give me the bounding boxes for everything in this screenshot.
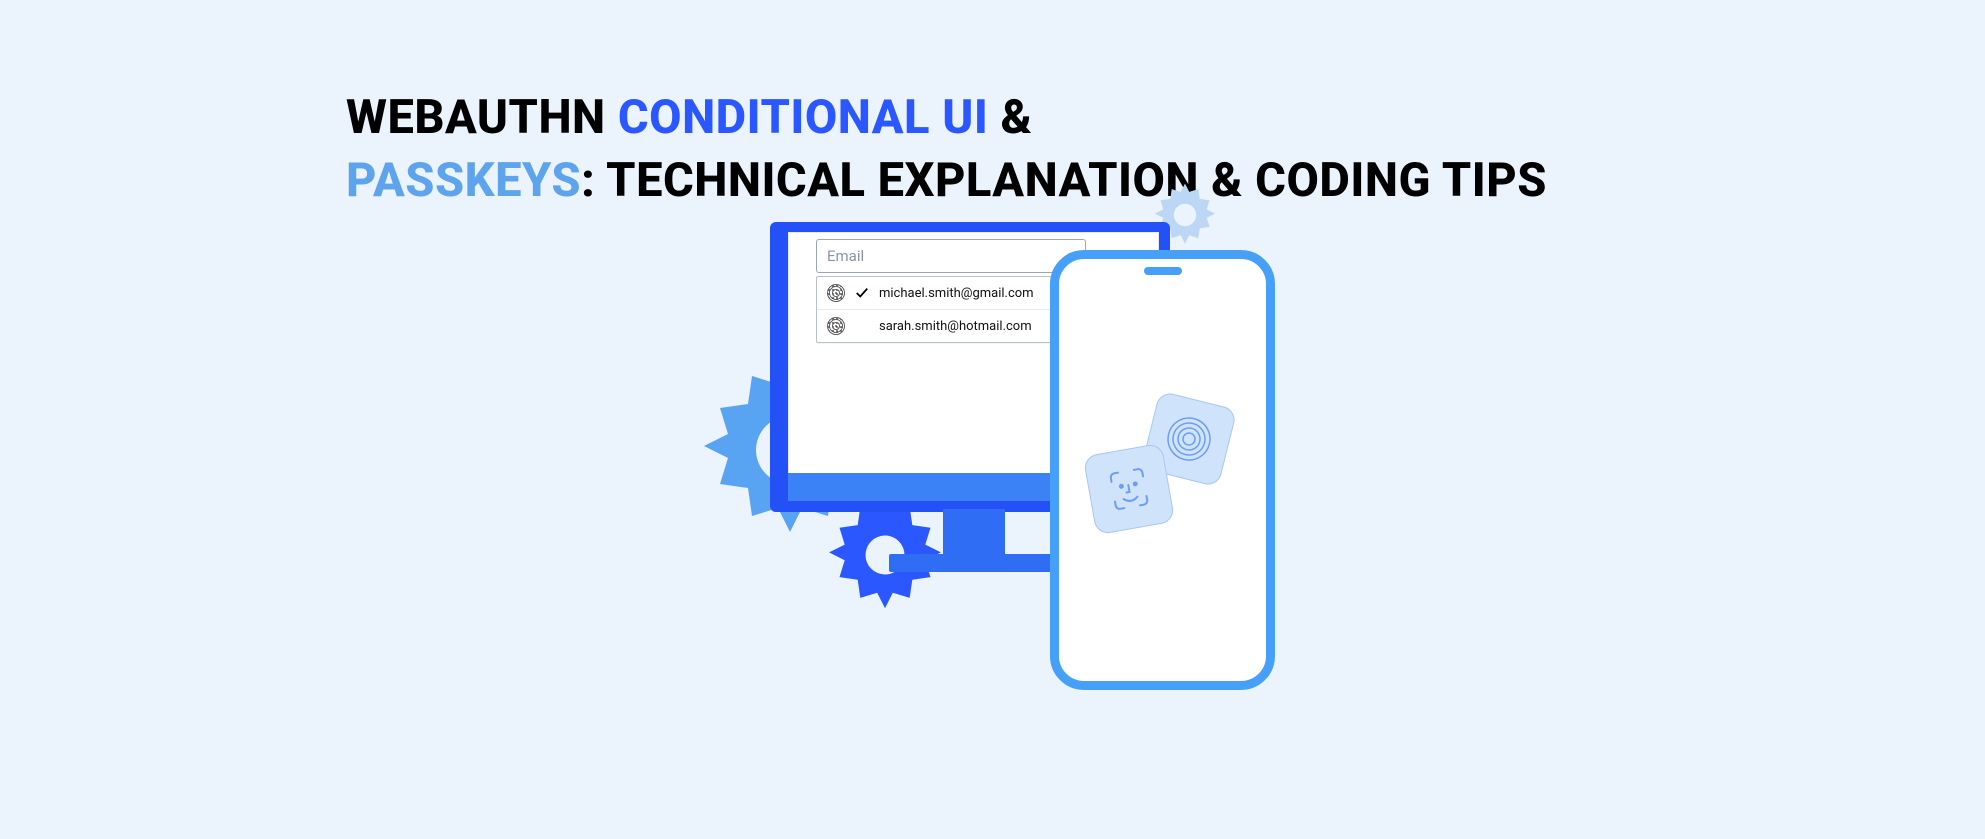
email-option[interactable]: sarah.smith@hotmail.com	[817, 309, 1085, 342]
fingerprint-icon	[827, 284, 845, 302]
headline-highlight-conditional-ui: CONDITIONAL UI	[618, 90, 988, 145]
check-icon	[855, 286, 869, 300]
headline-highlight-passkeys: PASSKEYS	[346, 153, 581, 208]
phone-illustration	[1050, 250, 1275, 690]
email-option-text: michael.smith@gmail.com	[879, 286, 1034, 301]
hero-illustration: Email michael.smith@gmail.com sarah.smit…	[700, 190, 1400, 710]
fingerprint-icon	[827, 317, 845, 335]
email-field[interactable]: Email	[816, 239, 1086, 273]
email-option-text: sarah.smith@hotmail.com	[879, 319, 1032, 334]
headline-text-2: &	[988, 90, 1032, 145]
email-autofill-list: michael.smith@gmail.com sarah.smith@hotm…	[816, 276, 1086, 343]
email-option[interactable]: michael.smith@gmail.com	[817, 277, 1085, 309]
phone-notch	[1144, 267, 1182, 275]
headline-text-1: WEBAUTHN	[346, 90, 618, 145]
face-id-tile	[1083, 443, 1176, 536]
monitor-neck	[943, 509, 1005, 557]
email-field-label: Email	[827, 247, 864, 265]
